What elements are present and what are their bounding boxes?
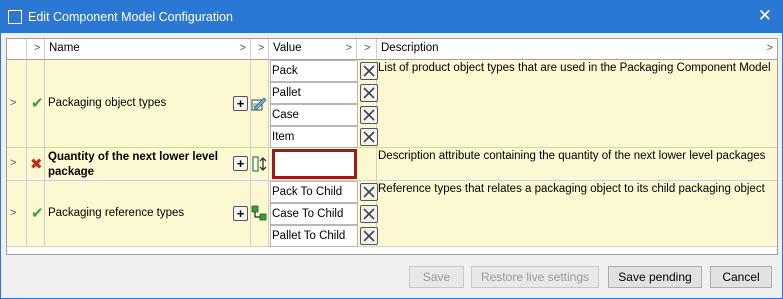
status-cell: ✔ <box>27 60 45 148</box>
restore-live-settings-button[interactable]: Restore live settings <box>471 266 599 288</box>
header-description-label: Description <box>381 42 439 54</box>
row-description: Description attribute containing the qua… <box>378 150 766 162</box>
remove-value-button[interactable] <box>360 106 378 124</box>
row-expand-icon[interactable]: > <box>10 157 16 169</box>
check-icon: ✔ <box>31 205 44 222</box>
add-icon[interactable]: + <box>233 96 248 111</box>
remove-value-button[interactable] <box>360 205 378 223</box>
value-item[interactable]: Pallet <box>270 82 358 104</box>
header-arrow-icon: > <box>34 42 41 54</box>
header-status-column[interactable]: > <box>27 39 45 60</box>
add-icon[interactable]: + <box>233 156 248 171</box>
row-description: Reference types that relates a packaging… <box>378 183 765 195</box>
name-cell: Packaging reference types + <box>45 181 251 247</box>
close-icon[interactable]: ✕ <box>758 6 772 26</box>
remove-value-button[interactable] <box>360 227 378 245</box>
remove-icon <box>363 65 375 77</box>
check-icon: ✔ <box>31 95 44 112</box>
reference-type-icon <box>251 205 267 221</box>
header-delete-column[interactable]: > <box>357 39 377 60</box>
remove-icon <box>363 109 375 121</box>
numeric-attribute-icon <box>252 156 267 172</box>
header-expand-column <box>7 39 27 60</box>
remove-value-button[interactable] <box>360 128 378 146</box>
save-button[interactable]: Save <box>409 266 464 288</box>
row-expand-icon[interactable]: > <box>10 97 16 109</box>
table-row[interactable]: > <box>7 181 27 247</box>
object-type-icon <box>251 97 267 111</box>
header-arrow-icon: > <box>258 42 265 54</box>
value-item[interactable]: Case To Child <box>270 203 358 225</box>
header-value-label: Value <box>273 42 302 54</box>
value-item[interactable]: Pallet To Child <box>270 225 358 247</box>
remove-value-button[interactable] <box>360 62 378 80</box>
row-expand-icon[interactable]: > <box>10 207 16 219</box>
type-cell <box>251 181 269 247</box>
header-name[interactable]: Name > <box>45 39 251 60</box>
remove-icon <box>363 208 375 220</box>
status-cell: ✔ <box>27 181 45 247</box>
table-row[interactable]: > <box>7 60 27 148</box>
name-cell: Quantity of the next lower level package… <box>45 148 251 181</box>
name-cell: Packaging object types + <box>45 60 251 148</box>
header-type-column[interactable]: > <box>251 39 269 60</box>
row-name: Quantity of the next lower level package <box>48 151 218 178</box>
window-title: Edit Component Model Configuration <box>28 10 233 24</box>
configuration-grid: > Name > > Value > > Description > > ✔ P… <box>6 38 778 255</box>
row-name: Packaging object types <box>48 97 167 109</box>
status-cell: ✖ <box>27 148 45 181</box>
value-item[interactable]: Pack <box>270 60 358 82</box>
app-icon <box>8 10 22 24</box>
header-value-arrow-icon: > <box>345 42 352 54</box>
remove-icon <box>363 131 375 143</box>
remove-value-button[interactable] <box>360 183 378 201</box>
header-arrow-icon: > <box>364 42 371 54</box>
title-bar: Edit Component Model Configuration ✕ <box>1 1 782 33</box>
value-item[interactable]: Case <box>270 104 358 126</box>
remove-icon <box>363 186 375 198</box>
type-cell <box>251 148 269 181</box>
table-row[interactable]: > <box>7 148 27 181</box>
value-edit-field[interactable] <box>272 149 357 179</box>
cancel-button[interactable]: Cancel <box>710 266 772 288</box>
description-cell: Reference types that relates a packaging… <box>377 181 777 247</box>
error-icon: ✖ <box>30 156 43 173</box>
header-value[interactable]: Value > <box>269 39 357 60</box>
type-cell <box>251 60 269 148</box>
header-name-arrow-icon: > <box>239 42 246 54</box>
header-description-arrow-icon: > <box>766 42 773 54</box>
remove-value-button[interactable] <box>360 84 378 102</box>
header-description[interactable]: Description > <box>377 39 777 60</box>
row-description: List of product object types that are us… <box>378 62 771 74</box>
dialog-window: Edit Component Model Configuration ✕ > N… <box>0 0 783 299</box>
description-cell: Description attribute containing the qua… <box>377 148 777 181</box>
value-item[interactable]: Pack To Child <box>270 181 358 203</box>
remove-icon <box>363 230 375 242</box>
add-icon[interactable]: + <box>233 206 248 221</box>
description-cell: List of product object types that are us… <box>377 60 777 148</box>
header-name-label: Name <box>49 42 80 54</box>
save-pending-button[interactable]: Save pending <box>608 266 702 288</box>
remove-icon <box>363 87 375 99</box>
value-item[interactable]: Item <box>270 126 358 148</box>
row-name: Packaging reference types <box>48 207 185 219</box>
